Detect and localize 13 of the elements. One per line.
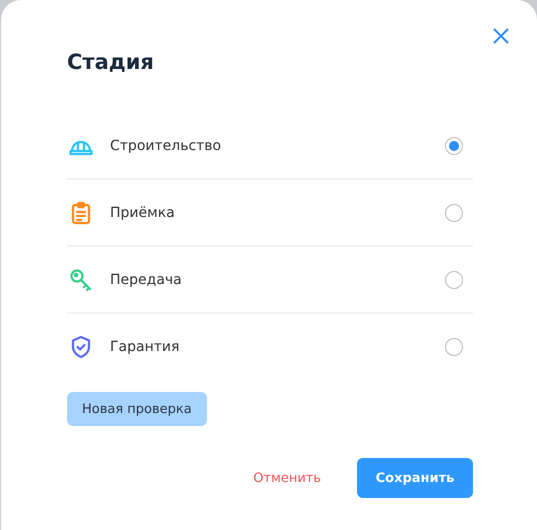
option-label: Приёмка xyxy=(110,204,176,220)
radio-button[interactable] xyxy=(445,338,463,356)
option-label: Гарантия xyxy=(110,338,180,354)
option-label: Строительство xyxy=(110,138,222,154)
option-label: Передача xyxy=(110,272,183,288)
save-button[interactable]: Сохранить xyxy=(357,458,473,498)
cancel-button[interactable]: Отменить xyxy=(243,470,331,486)
radio-button[interactable] xyxy=(445,204,463,222)
dialog-title: Стадия xyxy=(67,49,155,76)
new-check-button[interactable]: Новая проверка xyxy=(67,392,207,426)
radio-button[interactable] xyxy=(445,136,463,154)
close-icon[interactable] xyxy=(492,27,510,45)
radio-button[interactable] xyxy=(445,270,463,288)
